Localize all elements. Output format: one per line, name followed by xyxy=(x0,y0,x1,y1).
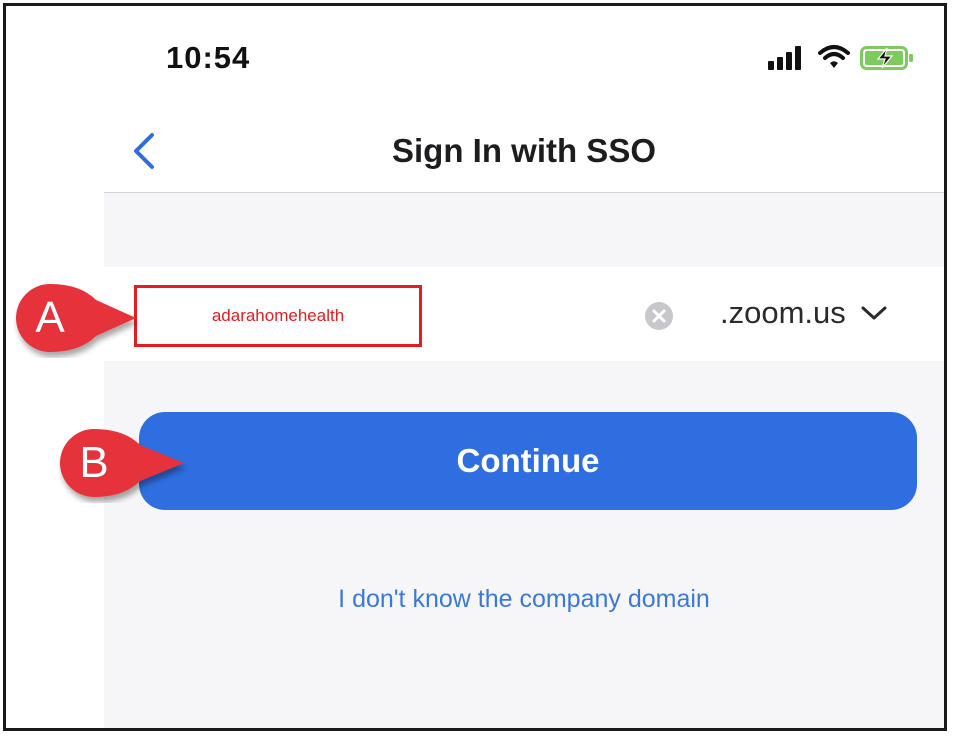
chevron-down-icon xyxy=(861,306,887,320)
status-time: 10:54 xyxy=(166,40,251,75)
callout-a-label: A xyxy=(35,293,65,342)
domain-suffix-dropdown[interactable]: .zoom.us xyxy=(720,295,888,335)
callout-b: B xyxy=(52,423,190,503)
callout-b-label: B xyxy=(79,438,109,487)
company-domain-input[interactable] xyxy=(134,285,422,347)
signal-icon xyxy=(768,44,810,70)
callout-a: A xyxy=(10,278,142,358)
domain-suffix-label: .zoom.us xyxy=(720,295,846,330)
domain-input-row: .zoom.us xyxy=(104,267,944,361)
battery-charging-icon xyxy=(860,46,913,70)
page-title: Sign In with SSO xyxy=(392,132,656,169)
wifi-icon xyxy=(818,45,850,68)
clear-icon[interactable] xyxy=(644,301,674,331)
nav-bar: Sign In with SSO xyxy=(104,110,944,193)
continue-button[interactable]: Continue xyxy=(139,412,917,510)
unknown-domain-link[interactable]: I don't know the company domain xyxy=(104,585,944,614)
